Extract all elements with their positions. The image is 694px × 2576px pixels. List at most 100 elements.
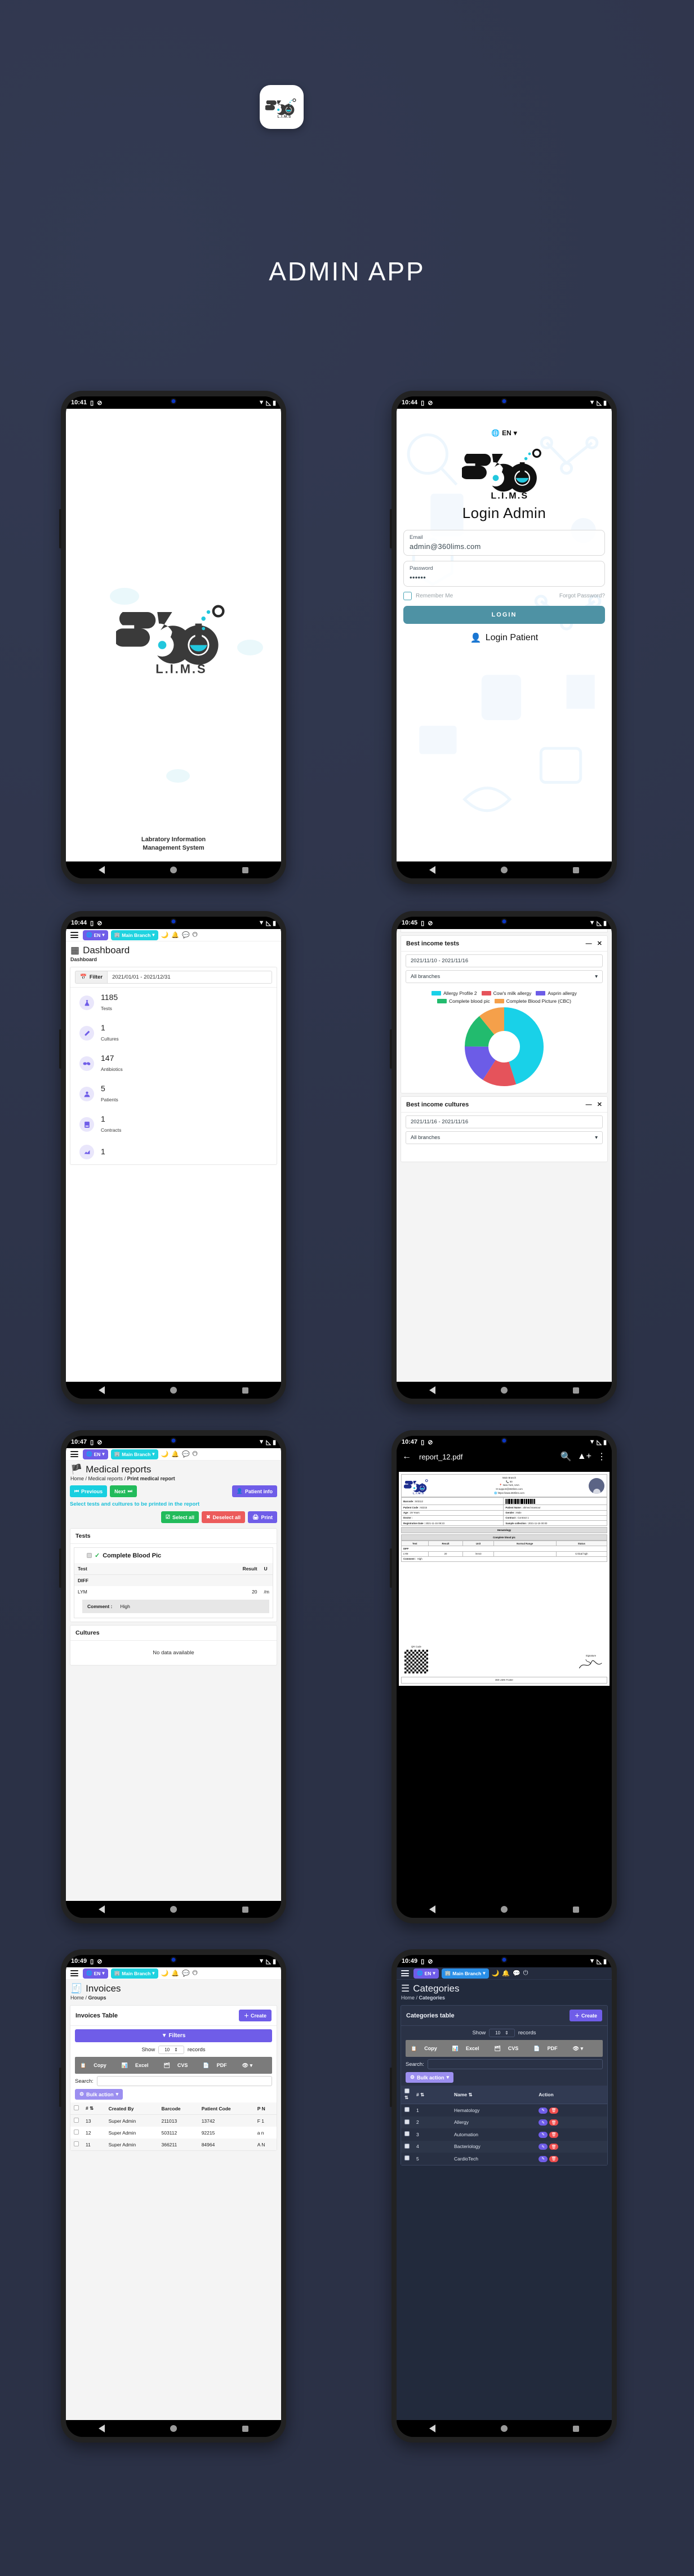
nav-back-icon[interactable] xyxy=(429,2425,435,2432)
pdf-button[interactable]: 📄 PDF xyxy=(198,2057,237,2074)
edit-button[interactable]: ✎ xyxy=(539,2107,548,2114)
breadcrumb-mid[interactable]: Medical reports xyxy=(88,1476,123,1481)
nav-recents-icon[interactable] xyxy=(242,1906,248,1913)
language-selector[interactable]: 🌐 EN ▾ xyxy=(491,429,517,437)
select-all-button[interactable]: ☑ Select all xyxy=(161,1511,199,1523)
records-per-page-select[interactable]: 10 ⇕ xyxy=(158,2046,184,2054)
email-field[interactable]: Email admin@360lims.com xyxy=(403,530,605,556)
nav-recents-icon[interactable] xyxy=(573,1906,579,1913)
print-button[interactable]: 🖨 Print xyxy=(248,1511,277,1523)
nav-home-icon[interactable] xyxy=(170,2425,177,2432)
bulk-action-dropdown[interactable]: ⚙ Bulk action ▾ xyxy=(75,2089,123,2100)
branch-chip[interactable]: 🏢 Main Branch ▾ xyxy=(110,930,158,940)
col-num[interactable]: # ⇅ xyxy=(413,2086,451,2104)
row-checkbox[interactable] xyxy=(404,2119,410,2124)
dark-mode-icon[interactable]: 🌙 xyxy=(161,931,169,939)
next-button[interactable]: Next ⏭ xyxy=(110,1485,137,1497)
more-options-icon[interactable]: ⋮ xyxy=(597,1451,606,1462)
pdf-button[interactable]: 📄 PDF xyxy=(528,2040,567,2057)
logout-icon[interactable]: ⏻ xyxy=(193,931,198,939)
stat-row[interactable]: 5 Patients xyxy=(70,1079,277,1109)
select-all-checkbox[interactable] xyxy=(74,2105,79,2110)
breadcrumb-home[interactable]: Home xyxy=(70,1995,84,2001)
remember-me-row[interactable]: Remember Me xyxy=(403,592,453,600)
bulk-action-dropdown[interactable]: ⚙ Bulk action ▾ xyxy=(406,2072,454,2083)
android-nav-bar[interactable] xyxy=(66,1382,281,1399)
branch-chip[interactable]: 🏢 Main Branch ▾ xyxy=(441,1968,489,1979)
menu-icon[interactable] xyxy=(69,1449,80,1459)
row-checkbox[interactable] xyxy=(74,2129,79,2135)
messages-icon[interactable]: 💬 xyxy=(182,931,190,939)
messages-icon[interactable]: 💬 xyxy=(513,1970,520,1977)
nav-back-icon[interactable] xyxy=(99,2425,105,2432)
delete-button[interactable]: 🗑 xyxy=(549,2155,559,2162)
edit-button[interactable]: ✎ xyxy=(539,2155,548,2162)
dark-mode-icon[interactable]: 🌙 xyxy=(492,1970,500,1977)
back-arrow-icon[interactable]: ← xyxy=(402,1452,411,1462)
column-visibility-button[interactable]: 👁 ▾ xyxy=(237,2057,257,2074)
patient-info-button[interactable]: 👤 Patient info xyxy=(232,1485,277,1497)
nav-back-icon[interactable] xyxy=(99,866,105,874)
excel-button[interactable]: 📊 Excel xyxy=(117,2057,159,2074)
language-chip[interactable]: 🌐 EN ▾ xyxy=(413,1968,439,1979)
nav-recents-icon[interactable] xyxy=(573,867,579,873)
select-all-checkbox[interactable] xyxy=(404,2088,410,2093)
android-nav-bar[interactable] xyxy=(397,1901,612,1918)
delete-button[interactable]: 🗑 xyxy=(549,2144,559,2150)
records-per-page-select[interactable]: 10 ⇕ xyxy=(489,2029,515,2037)
col-num[interactable]: # ⇅ xyxy=(82,2102,105,2115)
messages-icon[interactable]: 💬 xyxy=(182,1970,190,1977)
nav-home-icon[interactable] xyxy=(501,867,508,873)
delete-button[interactable]: 🗑 xyxy=(549,2107,559,2114)
stat-row[interactable]: 1185 Tests xyxy=(70,988,277,1018)
stat-row[interactable]: 1 Cultures xyxy=(70,1018,277,1048)
filters-button[interactable]: ▼ Filters xyxy=(75,2029,272,2042)
nav-home-icon[interactable] xyxy=(170,1906,177,1913)
row-checkbox[interactable] xyxy=(74,2141,79,2146)
notifications-bell-icon[interactable]: 🔔 xyxy=(502,1970,510,1977)
android-nav-bar[interactable] xyxy=(397,1382,612,1399)
search-icon[interactable]: 🔍 xyxy=(560,1451,572,1462)
logout-icon[interactable]: ⏻ xyxy=(193,1450,198,1458)
chart-date-range[interactable]: 2021/11/10 - 2021/11/16 xyxy=(406,954,603,967)
android-nav-bar[interactable] xyxy=(66,861,281,878)
nav-back-icon[interactable] xyxy=(99,1905,105,1913)
android-nav-bar[interactable] xyxy=(66,1901,281,1918)
menu-icon[interactable] xyxy=(69,930,80,940)
copy-button[interactable]: 📋 Copy xyxy=(75,2057,117,2074)
cvs-button[interactable]: 🗂 CVS xyxy=(489,2040,528,2057)
nav-recents-icon[interactable] xyxy=(573,1387,579,1394)
login-patient-link[interactable]: 👤 Login Patient xyxy=(470,632,538,644)
add-to-drive-icon[interactable]: ▲+ xyxy=(577,1452,591,1462)
previous-button[interactable]: ⏮ Previous xyxy=(70,1485,108,1497)
create-button[interactable]: ＋ Create xyxy=(569,2010,602,2021)
menu-icon[interactable] xyxy=(69,1968,80,1978)
breadcrumb-home[interactable]: Home xyxy=(70,1476,84,1481)
copy-button[interactable]: 📋 Copy xyxy=(406,2040,447,2057)
nav-recents-icon[interactable] xyxy=(242,867,248,873)
nav-home-icon[interactable] xyxy=(501,1906,508,1913)
nav-home-icon[interactable] xyxy=(501,1387,508,1394)
language-chip[interactable]: 🌐 EN ▾ xyxy=(83,1449,108,1459)
edit-button[interactable]: ✎ xyxy=(539,2119,548,2126)
close-icon[interactable]: ✕ xyxy=(597,1101,602,1108)
nav-recents-icon[interactable] xyxy=(242,1387,248,1394)
logout-icon[interactable]: ⏻ xyxy=(193,1970,198,1977)
android-nav-bar[interactable] xyxy=(66,2420,281,2437)
notifications-bell-icon[interactable]: 🔔 xyxy=(171,1450,179,1458)
test-group-checkbox[interactable] xyxy=(87,1553,92,1558)
notifications-bell-icon[interactable]: 🔔 xyxy=(171,931,179,939)
nav-home-icon[interactable] xyxy=(501,2425,508,2432)
menu-icon[interactable] xyxy=(399,1968,411,1978)
nav-recents-icon[interactable] xyxy=(242,2425,248,2432)
row-checkbox[interactable] xyxy=(404,2107,410,2113)
filter-button[interactable]: 📅 Filter xyxy=(75,971,108,984)
minimize-icon[interactable]: — xyxy=(586,940,592,947)
create-button[interactable]: ＋ Create xyxy=(238,2010,272,2021)
logout-icon[interactable]: ⏻ xyxy=(523,1970,528,1977)
chart-date-range[interactable]: 2021/11/16 - 2021/11/16 xyxy=(406,1115,603,1128)
android-nav-bar[interactable] xyxy=(397,861,612,878)
minimize-icon[interactable]: — xyxy=(586,1101,592,1108)
stat-row[interactable]: 1 Contracts xyxy=(70,1109,277,1140)
column-visibility-button[interactable]: 👁 ▾ xyxy=(568,2040,588,2057)
